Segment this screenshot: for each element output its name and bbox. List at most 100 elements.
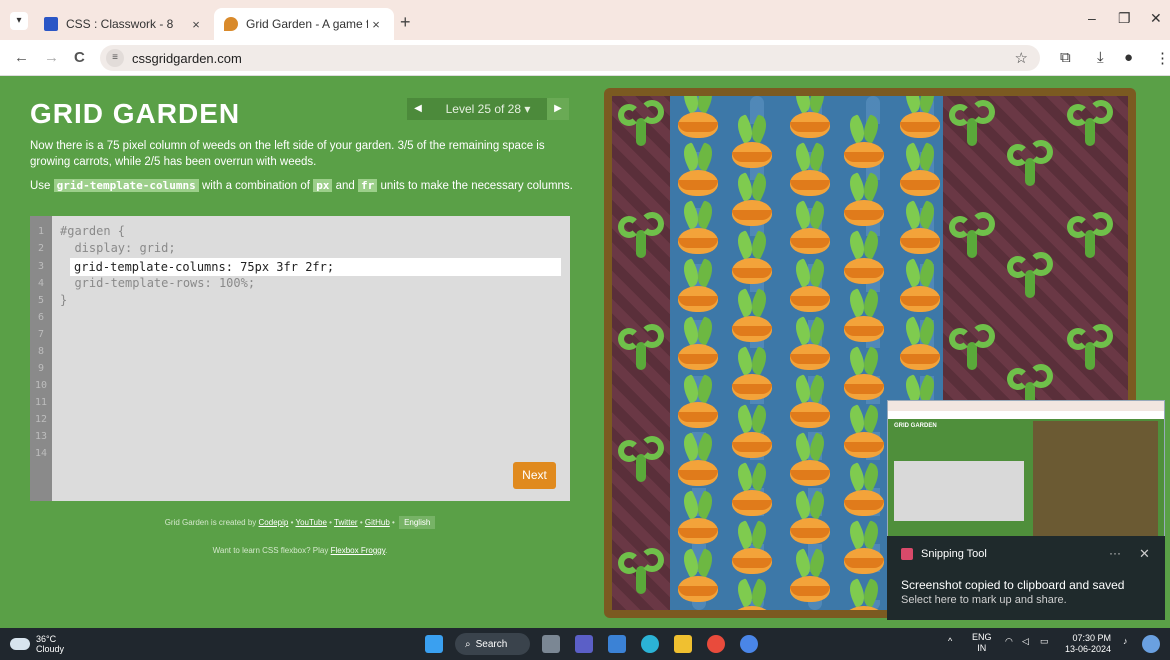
prev-level-button[interactable]: ◀ [407, 98, 429, 120]
reload-button[interactable]: C [74, 49, 85, 66]
level-navigator: ◀ Level 25 of 28 ▾ ▶ [407, 98, 569, 120]
carrot-icon [676, 96, 720, 140]
tab-bar: ▾ CSS : Classwork - 8 × Grid Garden - A … [0, 0, 1170, 40]
profile-avatar[interactable]: ● [1124, 49, 1133, 66]
carrot-icon [676, 374, 720, 430]
weed-icon [618, 100, 664, 146]
new-tab-button[interactable]: + [400, 12, 411, 33]
weed-icon [949, 100, 995, 146]
carrot-icon [676, 200, 720, 256]
volume-icon[interactable]: ◁ [1022, 636, 1029, 647]
weed-icon [1067, 324, 1113, 370]
carrot-icon [788, 142, 832, 198]
carrot-icon [842, 172, 886, 228]
line-number: 13 [34, 431, 48, 442]
forward-button[interactable]: → [44, 49, 59, 66]
line-number: 8 [37, 346, 45, 357]
language-indicator[interactable]: ENG IN [972, 632, 992, 654]
carrot-icon [788, 374, 832, 430]
weather-widget[interactable]: 36°C Cloudy [10, 634, 64, 654]
carrot-icon [842, 288, 886, 344]
classroom-favicon-icon [44, 17, 58, 31]
line-number: 1 [37, 226, 45, 237]
flexbox-froggy-link[interactable]: Flexbox Froggy [331, 546, 386, 555]
menu-kebab-icon[interactable]: ⋮ [1155, 49, 1170, 67]
line-number: 12 [34, 414, 48, 425]
tab-close-icon[interactable]: × [188, 17, 204, 32]
snipping-tool-notification[interactable]: Snipping Tool ··· ✕ Screenshot copied to… [887, 536, 1165, 620]
tab-title: Grid Garden - A game for learni [246, 17, 368, 31]
instruction-text: and [335, 180, 355, 192]
copilot-icon[interactable] [1142, 635, 1160, 653]
teams-icon[interactable] [575, 635, 593, 653]
bookmark-star-icon[interactable]: ☆ [1015, 49, 1028, 67]
battery-icon[interactable]: ▭ [1040, 636, 1049, 647]
store-icon[interactable] [608, 635, 626, 653]
line-number: 9 [37, 363, 45, 374]
search-icon: ⌕ [465, 638, 471, 650]
youtube-link[interactable]: YouTube [295, 518, 326, 527]
carrot-icon [676, 142, 720, 198]
url-text[interactable]: cssgridgarden.com [132, 51, 242, 66]
omnibox[interactable]: ≡ cssgridgarden.com ☆ [100, 45, 1040, 71]
page-title: GRID GARDEN [30, 98, 241, 129]
language-selector[interactable]: English [399, 516, 436, 529]
clock[interactable]: 07:30 PM 13-06-2024 [1065, 633, 1111, 655]
level-description: Now there is a 75 pixel column of weeds … [30, 140, 545, 168]
minimize-button[interactable]: – [1088, 10, 1096, 26]
twitter-link[interactable]: Twitter [334, 518, 358, 527]
weed-icon [1007, 252, 1053, 298]
line-number: 7 [37, 329, 45, 340]
chrome-profile-icon[interactable] [740, 635, 758, 653]
carrot-icon [730, 114, 774, 170]
back-button[interactable]: ← [14, 49, 29, 66]
weather-text: Cloudy [36, 644, 65, 654]
tray-overflow-icon[interactable]: ^ [948, 636, 952, 646]
thumb-garden [1033, 421, 1158, 537]
carrot-icon [788, 258, 832, 314]
tab-grid-garden[interactable]: Grid Garden - A game for learni × [214, 8, 394, 40]
download-icon[interactable]: ⤓ [1097, 49, 1104, 66]
carrot-icon [730, 520, 774, 576]
next-level-button[interactable]: ▶ [547, 98, 569, 120]
line-number: 11 [34, 397, 48, 408]
close-window-button[interactable]: ✕ [1150, 10, 1162, 27]
carrot-icon [788, 96, 832, 140]
tab-close-icon[interactable]: × [368, 17, 384, 32]
site-info-icon[interactable]: ≡ [106, 49, 124, 67]
notification-close-icon[interactable]: ✕ [1139, 546, 1150, 562]
promo-text: Want to learn CSS flexbox? Play [212, 546, 329, 555]
carrot-icon [730, 346, 774, 402]
credits-text: Grid Garden is created by [164, 518, 257, 527]
carrot-icon [730, 404, 774, 460]
instruction-text: Use [30, 180, 51, 192]
windows-start-icon[interactable] [425, 635, 443, 653]
level-indicator[interactable]: Level 25 of 28 ▾ [429, 102, 547, 116]
restore-button[interactable]: ❐ [1118, 10, 1131, 27]
cloud-icon [10, 638, 30, 650]
task-view-icon[interactable] [542, 635, 560, 653]
extensions-icon[interactable]: ⧉ [1060, 49, 1071, 66]
chrome-icon[interactable] [707, 635, 725, 653]
taskbar-search[interactable]: ⌕ Search [455, 633, 530, 655]
tab-search-dropdown-icon[interactable]: ▾ [10, 12, 28, 30]
carrot-icon [730, 578, 774, 610]
tab-classwork[interactable]: CSS : Classwork - 8 × [34, 8, 214, 40]
codepip-link[interactable]: Codepip [259, 518, 289, 527]
github-link[interactable]: GitHub [365, 518, 390, 527]
edge-icon[interactable] [641, 635, 659, 653]
tab-title: CSS : Classwork - 8 [66, 17, 174, 31]
notification-bell-icon[interactable]: ♪ [1123, 636, 1128, 646]
css-answer-input[interactable] [70, 258, 561, 276]
carrot-icon [788, 548, 832, 604]
line-number: 5 [37, 295, 45, 306]
more-options-icon[interactable]: ··· [1109, 546, 1121, 560]
next-button[interactable]: Next [513, 462, 556, 489]
wifi-icon[interactable]: ◠ [1005, 636, 1013, 647]
carrot-icon [842, 578, 886, 610]
screenshot-thumbnail[interactable]: GRID GARDEN [887, 400, 1165, 540]
lang-region: IN [977, 643, 987, 653]
weed-icon [1067, 212, 1113, 258]
file-explorer-icon[interactable] [674, 635, 692, 653]
carrot-icon [898, 200, 942, 256]
